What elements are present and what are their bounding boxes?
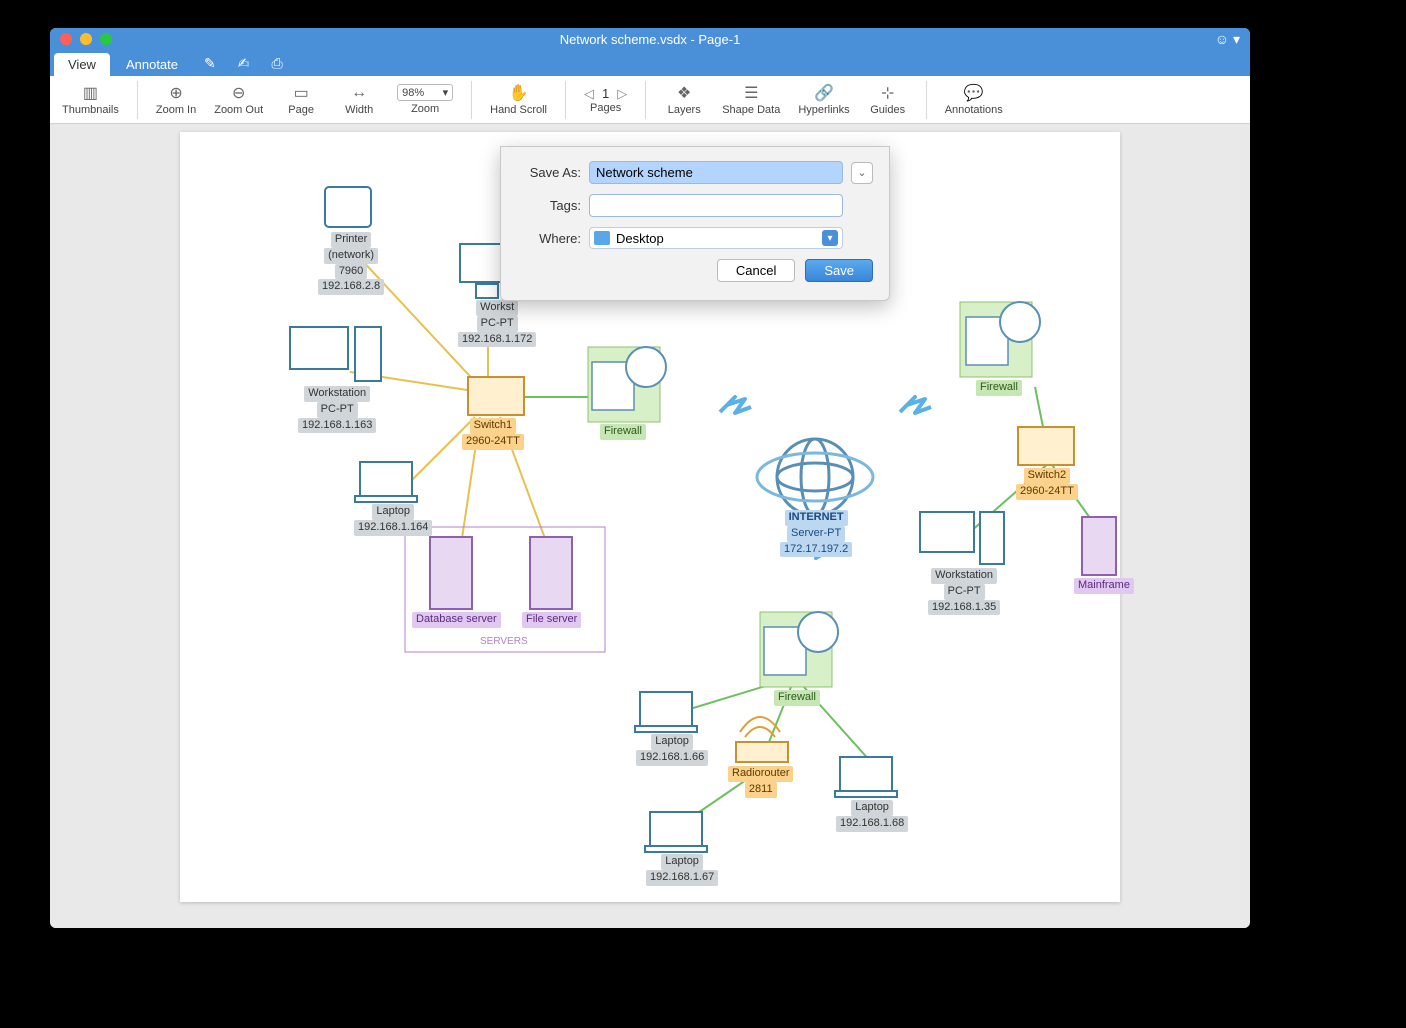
- tab-view[interactable]: View: [54, 53, 110, 76]
- pages-nav: ◁ 1 ▷ Pages: [584, 86, 627, 114]
- tags-input[interactable]: [589, 194, 843, 217]
- cancel-button[interactable]: Cancel: [717, 259, 795, 282]
- firewall2-label: Firewall: [976, 380, 1022, 396]
- prev-page-icon[interactable]: ◁: [584, 86, 594, 102]
- fileserver-label: File server: [522, 612, 581, 628]
- fit-width-button[interactable]: ↔Width: [339, 84, 379, 116]
- tags-label: Tags:: [517, 198, 581, 213]
- app-window: Network scheme.vsdx - Page-1 ☺︎ ▾ View A…: [50, 28, 1250, 928]
- shape-data-button[interactable]: ☰Shape Data: [722, 84, 780, 116]
- toolbar: ▥Thumbnails ⊕Zoom In ⊖Zoom Out ▭Page ↔Wi…: [50, 76, 1250, 124]
- workstation2-label: Workst PC-PT 192.168.1.172: [458, 300, 536, 347]
- chevron-updown-icon: ▾: [822, 230, 838, 246]
- laptop1-label: Laptop 192.168.1.164: [354, 504, 432, 536]
- folder-icon: [594, 231, 610, 245]
- hyperlinks-button[interactable]: 🔗Hyperlinks: [798, 84, 849, 116]
- feedback-icon[interactable]: ☺︎ ▾: [1215, 31, 1240, 48]
- servers-group-label: SERVERS: [480, 636, 528, 649]
- zoom-out-button[interactable]: ⊖Zoom Out: [214, 84, 263, 116]
- workstation1-label: Workstation PC-PT 192.168.1.163: [298, 386, 376, 433]
- save-button[interactable]: Save: [805, 259, 873, 282]
- hand-icon: ✋: [509, 84, 529, 102]
- zoom-in-button[interactable]: ⊕Zoom In: [156, 84, 196, 116]
- expand-dialog-button[interactable]: ⌄: [851, 162, 873, 184]
- chevron-down-icon: ▾: [443, 86, 449, 99]
- page-icon: ▭: [294, 84, 309, 102]
- printer-label: Printer (network) 7960 192.168.2.8: [318, 232, 384, 295]
- switch2-label: Switch2 2960-24TT: [1016, 468, 1078, 500]
- fit-page-button[interactable]: ▭Page: [281, 84, 321, 116]
- thumbnails-button[interactable]: ▥Thumbnails: [62, 84, 119, 116]
- print-icon[interactable]: ⎙: [261, 51, 292, 76]
- where-select[interactable]: Desktop ▾: [589, 227, 843, 249]
- annotations-button[interactable]: 💬Annotations: [945, 84, 1003, 116]
- zoom-in-icon: ⊕: [169, 84, 182, 102]
- internet-label: INTERNET Server-PT 172.17.197.2: [780, 510, 852, 557]
- zoom-select[interactable]: 98%▾Zoom: [397, 84, 453, 115]
- guides-icon: ⊹: [881, 84, 894, 102]
- hand-scroll-button[interactable]: ✋Hand Scroll: [490, 84, 547, 116]
- thumbnails-icon: ▥: [83, 84, 98, 102]
- workstation3-label: Workstation PC-PT 192.168.1.35: [928, 568, 1000, 615]
- mode-tabbar: View Annotate ✎ ✍︎ ⎙: [50, 50, 1250, 76]
- list-icon: ☰: [744, 84, 758, 102]
- firewall1-label: Firewall: [600, 424, 646, 440]
- switch1-label: Switch1 2960-24TT: [462, 418, 524, 450]
- laptop4-label: Laptop 192.168.1.67: [646, 854, 718, 886]
- laptop3-label: Laptop 192.168.1.68: [836, 800, 908, 832]
- layers-button[interactable]: ❖Layers: [664, 84, 704, 116]
- radiorouter-label: Radiorouter 2811: [728, 766, 793, 798]
- signature-icon[interactable]: ✍︎: [228, 51, 260, 76]
- where-label: Where:: [517, 231, 581, 246]
- laptop2-label: Laptop 192.168.1.66: [636, 734, 708, 766]
- layers-icon: ❖: [677, 84, 691, 102]
- dbserver-label: Database server: [412, 612, 501, 628]
- width-icon: ↔: [351, 84, 367, 102]
- save-as-input[interactable]: [589, 161, 843, 184]
- save-as-label: Save As:: [517, 165, 581, 180]
- window-title: Network scheme.vsdx - Page-1: [50, 32, 1250, 47]
- comment-icon: 💬: [964, 84, 984, 102]
- pen-icon[interactable]: ✎: [194, 51, 226, 76]
- titlebar: Network scheme.vsdx - Page-1 ☺︎ ▾: [50, 28, 1250, 50]
- next-page-icon[interactable]: ▷: [617, 86, 627, 102]
- zoom-out-icon: ⊖: [232, 84, 245, 102]
- save-dialog: Save As: ⌄ Tags: Where: Desktop ▾ Cancel…: [500, 146, 890, 301]
- mainframe-label: Mainframe: [1074, 578, 1134, 594]
- tab-annotate[interactable]: Annotate: [112, 53, 192, 76]
- guides-button[interactable]: ⊹Guides: [868, 84, 908, 116]
- page-number: 1: [602, 86, 609, 101]
- firewall3-label: Firewall: [774, 690, 820, 706]
- link-icon: 🔗: [814, 84, 834, 102]
